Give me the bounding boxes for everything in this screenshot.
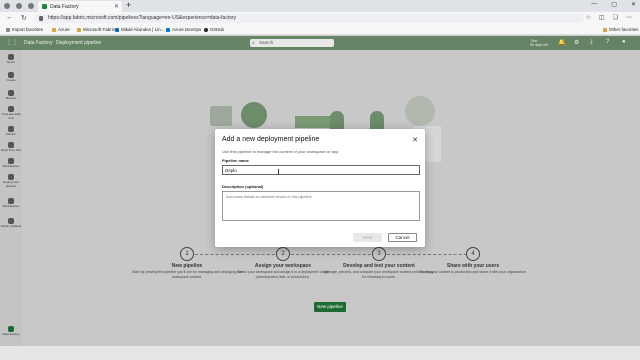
favorite-linkedin[interactable]: Mikail Akundes | Lin... (115, 27, 164, 32)
nav-monitor[interactable]: Monitor (0, 126, 22, 137)
nav-fabric-datatest[interactable]: Fabric_datatest (0, 218, 22, 229)
nav-data-factory[interactable]: Data Factory (0, 326, 22, 337)
minimize-icon[interactable]: — (591, 1, 597, 8)
browser-profile-icons[interactable] (4, 3, 34, 9)
nav-workspaces[interactable]: Workspaces (0, 158, 22, 169)
help-icon[interactable]: ? (606, 39, 609, 45)
step-2-title: Assign your workspace (254, 263, 312, 269)
new-tab-button[interactable]: + (126, 0, 131, 10)
step-3-title: Develop and test your content (343, 263, 415, 269)
back-icon[interactable]: ← (6, 14, 13, 22)
favorite-star-icon[interactable]: ☆ (586, 14, 591, 21)
window-close-icon[interactable]: ✕ (631, 1, 636, 8)
pipeline-name-label: Pipeline name (222, 158, 249, 163)
favorite-azure[interactable]: Azure (52, 27, 70, 32)
url-text: https://app.fabric.microsoft.com/pipelin… (48, 15, 237, 21)
download-icon[interactable]: ⤓ (590, 39, 593, 46)
pipeline-name-input[interactable] (222, 165, 420, 175)
description-label: Description (optional) (222, 184, 264, 189)
other-favorites[interactable]: Other favorites (603, 27, 639, 32)
step-connector (291, 254, 371, 255)
nav-realtime[interactable]: Real-Time hub (0, 142, 22, 153)
notifications-icon[interactable]: 🔔 (558, 39, 565, 46)
collections-icon[interactable]: ❏ (613, 14, 618, 21)
left-navigation: Home Create Browse OneLake data hub Moni… (0, 50, 22, 346)
more-icon[interactable]: ⋯ (626, 14, 632, 21)
avatar[interactable]: ● (622, 39, 626, 45)
next-button[interactable]: Next (353, 233, 382, 242)
window-controls: — ▢ ✕ (591, 1, 636, 8)
settings-icon[interactable]: ⚙ (574, 39, 579, 46)
step-1-number: 1 (180, 247, 194, 261)
nav-home[interactable]: Home (0, 54, 22, 65)
trial-status: Trial: 59 days left (530, 39, 548, 47)
dialog-subtitle: Use this pipeline to manage the content … (222, 149, 340, 154)
dialog-title: Add a new deployment pipeline (222, 136, 320, 143)
search-input[interactable]: ⌕ Search (250, 39, 334, 47)
tab-title: Data Factory (50, 3, 79, 10)
nav-workspaces-2[interactable]: Workspaces (0, 198, 22, 209)
search-icon: ⌕ (252, 40, 255, 46)
step-2-desc: Select your workspace and assign it to a… (237, 270, 329, 279)
step-4-desc: Deploy your content to production and sh… (419, 270, 527, 274)
url-field[interactable]: https://app.fabric.microsoft.com/pipelin… (34, 14, 584, 23)
favorite-fabric[interactable]: Microsoft Fabric (77, 27, 115, 32)
step-connector (387, 254, 467, 255)
close-icon[interactable]: ✕ (412, 136, 418, 144)
new-pipeline-button[interactable]: New pipeline (314, 302, 346, 312)
cancel-button[interactable]: Cancel (388, 233, 417, 242)
favorite-github[interactable]: GitHub (204, 27, 224, 32)
nav-deployment-pipeline[interactable]: Deployment pipeline (0, 174, 22, 188)
step-4-title: Share with your users (446, 263, 500, 269)
nav-create[interactable]: Create (0, 72, 22, 83)
page-title: Deployment pipeline (56, 40, 102, 46)
close-tab-icon[interactable]: ✕ (114, 3, 119, 10)
step-3-number: 3 (372, 247, 386, 261)
step-1-title: New pipeline (171, 263, 203, 269)
favorite-import[interactable]: Import favorites (6, 27, 43, 32)
step-2-number: 2 (276, 247, 290, 261)
maximize-icon[interactable]: ▢ (611, 1, 617, 8)
browser-tab[interactable]: Data Factory ✕ (38, 1, 122, 12)
app-launcher-icon[interactable]: ⋮⋮ (6, 39, 18, 46)
step-1-desc: Start by creating the pipeline you'll us… (132, 270, 242, 279)
refresh-icon[interactable]: ↻ (21, 14, 27, 22)
taskbar (0, 346, 640, 360)
lock-icon (39, 16, 43, 21)
browser-toolbar-icons: ☆ ◫ ❏ ⋯ (586, 14, 632, 21)
text-cursor-icon (278, 169, 279, 175)
nav-browse[interactable]: Browse (0, 90, 22, 101)
nav-onelake[interactable]: OneLake data hub (0, 106, 22, 120)
browser-nav-buttons: ← ↻ (6, 14, 27, 22)
step-connector (195, 254, 275, 255)
favorite-azure-devops[interactable]: Azure DevOps (166, 27, 201, 32)
split-screen-icon[interactable]: ◫ (599, 14, 605, 21)
new-deployment-pipeline-dialog: Add a new deployment pipeline ✕ Use this… (215, 129, 425, 247)
favorites-bar: Import favorites Azure Microsoft Fabric … (0, 25, 640, 35)
description-input[interactable] (222, 191, 420, 221)
workload-name[interactable]: Data Factory (24, 40, 53, 46)
step-4-number: 4 (466, 247, 480, 261)
data-factory-favicon-icon (42, 4, 47, 9)
